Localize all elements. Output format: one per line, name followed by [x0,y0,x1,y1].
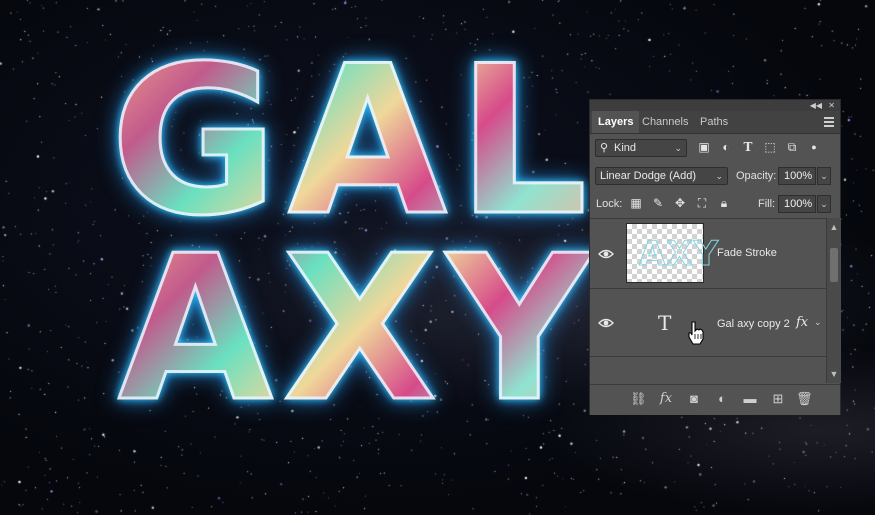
fill-label: Fill: [758,198,776,210]
layer-name[interactable]: Fade Stroke [717,247,777,259]
layer-name[interactable]: Gal axy copy 2 [717,318,790,330]
lock-image-pixels-icon[interactable]: ✎ [650,195,666,211]
filter-kind-dropdown[interactable]: ⚲ Kind ⌄ [595,139,687,157]
layers-list: AXY Fade Stroke T Gal axy copy 2 fx ⌄ [590,218,826,384]
smart-object-filter-icon[interactable]: ⧉ [784,139,800,155]
add-layer-style-icon[interactable]: fx [658,391,674,407]
blend-mode-dropdown[interactable]: Linear Dodge (Add) ⌄ [595,167,728,185]
adjustment-layer-filter-icon[interactable]: ◐ [718,139,734,155]
thumbnail-text: AXY [638,234,720,275]
link-layers-icon[interactable]: ⛓ [630,391,647,407]
canvas-text-line-2: AXY [117,213,602,446]
add-mask-icon[interactable]: ◙ [686,391,702,407]
layer-row-galaxy-copy-2[interactable]: T Gal axy copy 2 fx ⌄ [590,289,826,357]
layers-panel: ◀◀ ✕ Layers Channels Paths ⚲ Kind ⌄ ▣ ◐ … [589,99,841,415]
lock-label: Lock: [596,198,623,210]
type-layer-filter-icon[interactable]: T [740,139,756,155]
scroll-up-icon[interactable]: ▲ [827,222,841,232]
panel-title-bar[interactable]: ◀◀ ✕ [590,100,840,111]
chevron-down-icon: ⌄ [715,171,723,181]
close-panel-icon[interactable]: ✕ [828,100,835,111]
scroll-thumb[interactable] [830,248,838,282]
layer-effects-icon[interactable]: fx [796,315,808,330]
lock-transparent-pixels-icon[interactable]: ▦ [628,195,644,211]
opacity-slider-toggle[interactable]: ⌄ [817,167,831,185]
layers-scrollbar[interactable]: ▲ ▼ [826,218,841,383]
opacity-label: Opacity: [736,170,777,182]
fill-slider-toggle[interactable]: ⌄ [817,195,831,213]
chevron-down-icon: ⌄ [674,143,682,153]
shape-layer-filter-icon[interactable]: ⬚ [762,139,778,155]
eye-icon[interactable] [598,248,614,260]
hand-cursor-icon [688,321,704,345]
eye-icon[interactable] [598,317,614,329]
tab-layers[interactable]: Layers [592,111,640,133]
fill-input[interactable]: 100% [778,195,816,213]
tab-channels[interactable]: Channels [636,111,694,133]
new-adjustment-layer-icon[interactable]: ◐ [714,391,730,407]
layer-row-partial[interactable] [590,357,826,384]
pixel-layer-filter-icon[interactable]: ▣ [696,139,712,155]
filter-row: ⚲ Kind ⌄ ▣ ◐ T ⬚ ⧉ ● [590,138,840,158]
opacity-input[interactable]: 100% [778,167,816,185]
layers-bottom-toolbar: ⛓ fx ◙ ◐ ▬ ⊞ 🗑︎ [590,384,840,415]
search-icon: ⚲ [600,142,609,154]
blend-mode-value: Linear Dodge (Add) [600,170,697,182]
lock-position-icon[interactable]: ✥ [672,195,688,211]
blend-row: Linear Dodge (Add) ⌄ Opacity: 100% ⌄ [590,166,840,186]
scroll-down-icon[interactable]: ▼ [827,369,841,379]
type-layer-icon: T [658,311,672,335]
panel-menu-icon[interactable] [824,117,834,127]
lock-artboard-icon[interactable]: ⛶ [694,195,710,211]
collapse-panel-icon[interactable]: ◀◀ [810,100,822,111]
layer-row-fade-stroke[interactable]: AXY Fade Stroke [590,219,826,289]
filter-toggle-icon[interactable]: ● [806,139,822,155]
delete-layer-icon[interactable]: 🗑︎ [796,391,813,407]
new-layer-icon[interactable]: ⊞ [770,391,786,407]
panel-tabs: Layers Channels Paths [590,111,840,134]
lock-all-icon[interactable]: 🔒︎ [716,195,732,211]
lock-row: Lock: ▦ ✎ ✥ ⛶ 🔒︎ Fill: 100% ⌄ [590,194,840,214]
tab-paths[interactable]: Paths [694,111,734,133]
layer-thumbnail: AXY [626,223,719,283]
new-group-icon[interactable]: ▬ [742,391,758,407]
filter-kind-value: Kind [614,142,637,154]
expand-effects-icon[interactable]: ⌄ [814,317,822,328]
